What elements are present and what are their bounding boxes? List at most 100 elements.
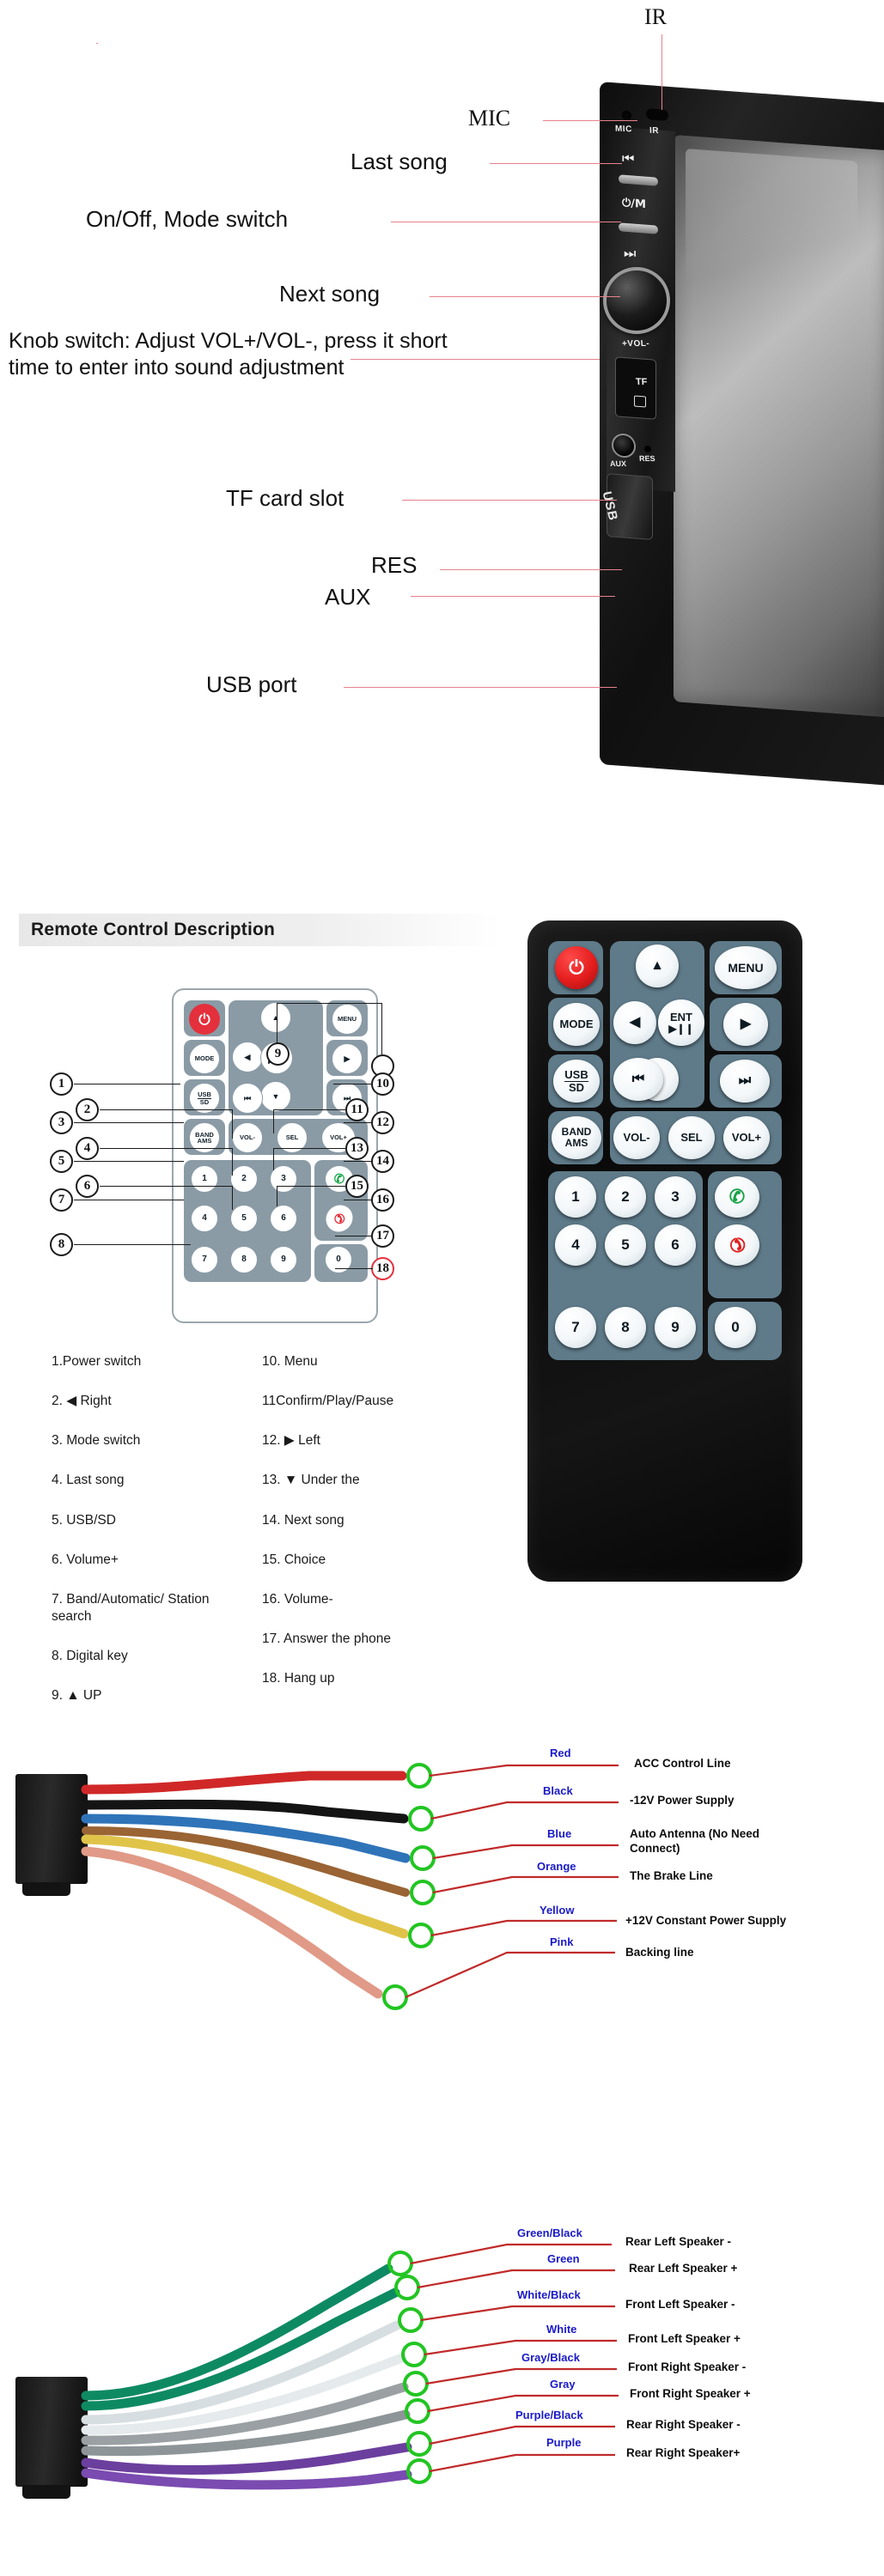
photo-digit-9[interactable]: 9	[655, 1307, 696, 1348]
leader-last-song	[490, 163, 622, 164]
remote-callout-6: 6	[76, 1175, 99, 1198]
reset-pinhole[interactable]	[644, 445, 651, 453]
photo-digit-6[interactable]: 6	[655, 1224, 696, 1266]
photo-hangup-glyph: ✆	[723, 1231, 751, 1259]
leader-purple-black	[429, 2425, 615, 2445]
terminal-ring-white	[401, 2342, 427, 2367]
photo-digit-2[interactable]: 2	[605, 1176, 646, 1218]
photo-digit-8[interactable]: 8	[605, 1307, 646, 1348]
photo-hangup-key[interactable]: ✆	[715, 1224, 759, 1266]
photo-digit-3[interactable]: 3	[655, 1176, 696, 1218]
remote-diagram-left-key[interactable]: ◀	[232, 1042, 263, 1072]
remote-callout-8: 8	[50, 1233, 73, 1256]
remote-diagram-up-key[interactable]: ▲	[260, 1002, 291, 1033]
leader-tf-card	[402, 500, 617, 501]
remote-leader-13a	[273, 1148, 347, 1149]
photo-up-key[interactable]: ▲	[636, 945, 679, 987]
remote-callout-3: 3	[50, 1111, 73, 1134]
remote-diagram-mode-key[interactable]: MODE	[189, 1043, 220, 1074]
callout-onoff-mode: On/Off, Mode switch	[86, 206, 289, 232]
panel-mic-label: MIC	[614, 124, 633, 135]
band-bottom: AMS	[197, 1137, 212, 1145]
speaker-wire-illustration	[81, 2243, 619, 2490]
legend-item: 11Confirm/Play/Pause	[262, 1394, 394, 1409]
wire-desc-white: Front Left Speaker +	[628, 2332, 741, 2345]
remote-photo: ⏻ MODE USB SD BAND AMS ▲ ◀ ENT ▶❙❙ ▼ MEN…	[527, 920, 802, 1582]
remote-callout-10: 10	[371, 1072, 394, 1096]
photo-sel-key[interactable]: SEL	[668, 1116, 715, 1159]
photo-digit-0[interactable]: 0	[715, 1307, 756, 1348]
photo-ent-key[interactable]: ENT ▶❙❙	[658, 999, 704, 1046]
leader-mic	[543, 120, 637, 121]
leader-aux	[411, 596, 615, 597]
prev-track-button[interactable]: ⏮	[622, 150, 633, 168]
remote-diagram-right-key[interactable]: ▶	[332, 1043, 363, 1074]
remote-diagram-menu-key[interactable]: MENU	[332, 1004, 363, 1035]
remote-diagram-prev-key[interactable]: ⏮	[232, 1083, 263, 1114]
wire-name-white-black: White/Black	[517, 2288, 581, 2301]
photo-left-key[interactable]: ◀	[613, 1001, 656, 1044]
legend-item: 1.Power switch	[52, 1354, 142, 1369]
photo-digit-4[interactable]: 4	[555, 1224, 596, 1266]
terminal-ring-pink	[382, 1984, 408, 2010]
next-track-button[interactable]: ⏭	[624, 245, 635, 263]
tf-card-slot[interactable]	[615, 356, 656, 420]
ir-window-icon	[646, 108, 668, 121]
volume-knob[interactable]	[603, 267, 670, 334]
photo-prev-key[interactable]: ⏮	[613, 1058, 663, 1101]
remote-callout-11: 11	[345, 1098, 369, 1121]
photo-digit-7[interactable]: 7	[555, 1307, 596, 1348]
remote-diagram-digit-9[interactable]: 9	[270, 1246, 297, 1273]
remote-leader-12	[344, 1122, 373, 1123]
remote-diagram-digit-8[interactable]: 8	[230, 1246, 258, 1273]
remote-control-section: Remote Control Description ⏻ MODE USB SD…	[0, 864, 884, 1722]
panel-ir-label: IR	[649, 125, 660, 137]
leader-res	[440, 569, 622, 570]
remote-legend-column-right: 10. Menu 11Confirm/Play/Pause 12. ▶ Left…	[262, 1353, 498, 1710]
photo-digit-1[interactable]: 1	[555, 1176, 596, 1218]
legend-item: 8. Digital key	[52, 1649, 128, 1664]
head-unit-section: MIC IR ⏮ ⏻/M ⏭ +VOL- TF AUX RES USB IR M…	[0, 0, 884, 864]
leader-pink	[405, 1951, 615, 1999]
remote-diagram-digit-7[interactable]: 7	[191, 1246, 218, 1273]
remote-leader-6a	[100, 1186, 232, 1187]
leader-red	[429, 1764, 619, 1777]
remote-section-header: Remote Control Description	[19, 914, 500, 946]
photo-next-key[interactable]: ⏭	[720, 1060, 770, 1103]
leader-usb	[344, 687, 617, 688]
photo-power-key[interactable]: ⏻	[555, 946, 598, 989]
photo-mode-key[interactable]: MODE	[553, 1003, 600, 1046]
power-mode-button[interactable]: ⏻/M	[622, 197, 646, 211]
power-wire-illustration	[81, 1763, 619, 2010]
remote-diagram-down-key[interactable]: ▼	[260, 1081, 291, 1112]
remote-callout-2: 2	[76, 1098, 99, 1121]
photo-digit-5[interactable]: 5	[605, 1224, 646, 1266]
remote-diagram-digit-5[interactable]: 5	[230, 1205, 258, 1232]
wire-desc-green: Rear Left Speaker +	[629, 2262, 738, 2275]
panel-res-label: RES	[638, 453, 655, 464]
remote-diagram-digit-2[interactable]: 2	[230, 1165, 258, 1193]
photo-vol-plus-key[interactable]: VOL+	[723, 1116, 770, 1159]
panel-tf-label: TF	[635, 376, 648, 388]
callout-aux: AUX	[325, 584, 371, 610]
photo-answer-key[interactable]: ✆	[715, 1176, 759, 1218]
remote-leader-15a	[277, 1186, 347, 1187]
remote-diagram-power-key[interactable]: ⏻	[189, 1004, 220, 1035]
remote-callout-4: 4	[76, 1137, 99, 1160]
photo-right-key[interactable]: ▶	[723, 1003, 768, 1046]
photo-menu-key[interactable]: MENU	[715, 946, 777, 989]
remote-diagram-vol-minus-key[interactable]: VOL-	[232, 1122, 263, 1153]
legend-item: 6. Volume+	[52, 1552, 119, 1567]
remote-diagram-digit-1[interactable]: 1	[191, 1165, 218, 1193]
remote-diagram-digit-0[interactable]: 0	[325, 1246, 352, 1273]
wire-desc-purple: Rear Right Speaker+	[626, 2446, 741, 2459]
remote-diagram-digit-4[interactable]: 4	[191, 1205, 218, 1232]
panel-aux-label: AUX	[609, 459, 627, 469]
photo-usbsd-key[interactable]: USB SD	[553, 1060, 600, 1103]
photo-band-key[interactable]: BAND AMS	[552, 1116, 601, 1159]
remote-leader-6b	[232, 1186, 233, 1210]
power-wiring-section: Red ACC Control Line Black -12V Power Su…	[0, 1722, 884, 2100]
remote-diagram-digit-6[interactable]: 6	[270, 1205, 297, 1232]
legend-item: 16. Volume-	[262, 1591, 333, 1607]
photo-vol-minus-key[interactable]: VOL-	[613, 1116, 660, 1159]
